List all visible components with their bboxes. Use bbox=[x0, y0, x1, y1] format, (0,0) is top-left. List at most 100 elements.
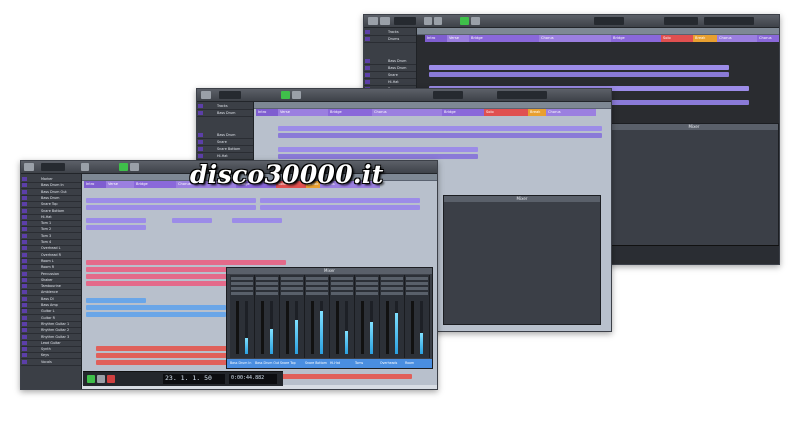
channel-button[interactable] bbox=[306, 287, 328, 290]
time-ruler[interactable] bbox=[417, 28, 779, 35]
track-row[interactable]: Tracks bbox=[364, 29, 416, 36]
track-row[interactable]: Bass Drum bbox=[197, 110, 253, 117]
channel-button[interactable] bbox=[281, 292, 303, 295]
stop-button[interactable] bbox=[97, 375, 105, 383]
channel-button[interactable] bbox=[231, 292, 253, 295]
volume-fader[interactable] bbox=[336, 301, 339, 354]
volume-fader[interactable] bbox=[361, 301, 364, 354]
track-row[interactable]: Drums bbox=[364, 36, 416, 43]
toolbar-button[interactable] bbox=[24, 163, 34, 171]
audio-part[interactable] bbox=[86, 305, 226, 310]
toolbar-button[interactable] bbox=[424, 17, 432, 25]
marker[interactable]: Chorus bbox=[539, 35, 611, 42]
channel-button[interactable] bbox=[331, 282, 353, 285]
audio-part[interactable] bbox=[278, 147, 478, 152]
channel-button[interactable] bbox=[356, 292, 378, 295]
track-row[interactable]: Tracks bbox=[197, 103, 253, 110]
record-button[interactable] bbox=[130, 163, 139, 171]
time-display[interactable]: 0:00:44.882 bbox=[229, 374, 277, 384]
channel-button[interactable] bbox=[231, 287, 253, 290]
audio-part[interactable] bbox=[86, 205, 256, 210]
track-row[interactable]: Bass Drum bbox=[197, 132, 253, 139]
volume-fader[interactable] bbox=[411, 301, 414, 354]
volume-fader[interactable] bbox=[311, 301, 314, 354]
channel-button[interactable] bbox=[381, 277, 403, 280]
channel-button[interactable] bbox=[331, 287, 353, 290]
channel-button[interactable] bbox=[281, 282, 303, 285]
channel-button[interactable] bbox=[256, 277, 278, 280]
channel-button[interactable] bbox=[356, 277, 378, 280]
channel-button[interactable] bbox=[306, 277, 328, 280]
audio-part[interactable] bbox=[260, 205, 420, 210]
volume-fader[interactable] bbox=[386, 301, 389, 354]
snap-select[interactable] bbox=[594, 17, 624, 25]
toolbar-button[interactable] bbox=[434, 17, 442, 25]
touch-mode-select[interactable] bbox=[41, 163, 65, 171]
marker[interactable]: Chorus bbox=[546, 109, 596, 116]
marker[interactable]: Bridge bbox=[469, 35, 539, 42]
channel-button[interactable] bbox=[331, 277, 353, 280]
channel-button[interactable] bbox=[306, 292, 328, 295]
time-ruler[interactable] bbox=[254, 102, 611, 109]
channel-button[interactable] bbox=[406, 292, 428, 295]
audio-part[interactable] bbox=[86, 198, 256, 203]
audio-part[interactable] bbox=[86, 312, 226, 317]
volume-fader[interactable] bbox=[236, 301, 239, 354]
quantize-select[interactable] bbox=[664, 17, 698, 25]
marker[interactable]: Bridge bbox=[611, 35, 661, 42]
channel-button[interactable] bbox=[381, 292, 403, 295]
play-button[interactable] bbox=[119, 163, 128, 171]
marker[interactable]: Verse bbox=[278, 109, 328, 116]
zoom-select[interactable] bbox=[497, 91, 547, 99]
touch-mode-select[interactable] bbox=[219, 91, 241, 99]
marker[interactable]: Bridge bbox=[328, 109, 372, 116]
audio-part[interactable] bbox=[172, 218, 212, 223]
audio-part[interactable] bbox=[96, 346, 236, 351]
track-row[interactable]: Bass Drum bbox=[364, 65, 416, 72]
audio-part[interactable] bbox=[429, 72, 729, 77]
marker[interactable]: Verse bbox=[447, 35, 469, 42]
volume-fader[interactable] bbox=[286, 301, 289, 354]
toolbar-button[interactable] bbox=[368, 17, 378, 25]
track-row[interactable]: Snare bbox=[364, 72, 416, 79]
track-row[interactable]: Hi-Hat bbox=[364, 79, 416, 86]
play-button[interactable] bbox=[87, 375, 95, 383]
marker[interactable]: Intro bbox=[84, 181, 106, 188]
marker[interactable]: Chorus bbox=[757, 35, 779, 42]
track-row[interactable]: Vocals bbox=[21, 359, 81, 366]
channel-button[interactable] bbox=[281, 287, 303, 290]
marker[interactable]: Chorus bbox=[717, 35, 757, 42]
channel-button[interactable] bbox=[381, 282, 403, 285]
channel-button[interactable] bbox=[256, 282, 278, 285]
track-row[interactable]: Snare bbox=[197, 139, 253, 146]
track-row[interactable]: Snare Bottom bbox=[197, 146, 253, 153]
marker[interactable]: Solo bbox=[484, 109, 528, 116]
snap-select[interactable] bbox=[433, 91, 463, 99]
audio-part[interactable] bbox=[260, 198, 420, 203]
track-row[interactable]: Hi-Hat bbox=[197, 153, 253, 160]
channel-button[interactable] bbox=[231, 282, 253, 285]
audio-part[interactable] bbox=[86, 225, 146, 230]
toolbar-button[interactable] bbox=[380, 17, 390, 25]
record-button[interactable] bbox=[471, 17, 480, 25]
marker[interactable]: Break bbox=[693, 35, 717, 42]
channel-button[interactable] bbox=[356, 287, 378, 290]
channel-button[interactable] bbox=[256, 292, 278, 295]
play-button[interactable] bbox=[281, 91, 290, 99]
touch-mode-select[interactable] bbox=[394, 17, 416, 25]
channel-button[interactable] bbox=[381, 287, 403, 290]
channel-button[interactable] bbox=[256, 287, 278, 290]
audio-part[interactable] bbox=[86, 260, 286, 265]
audio-part[interactable] bbox=[86, 218, 146, 223]
toolbar-button[interactable] bbox=[201, 91, 211, 99]
position-display[interactable]: 23. 1. 1. 50 bbox=[163, 374, 225, 384]
volume-fader[interactable] bbox=[261, 301, 264, 354]
channel-button[interactable] bbox=[406, 277, 428, 280]
marker[interactable]: Bridge bbox=[134, 181, 176, 188]
track-row[interactable]: Bass Drum bbox=[364, 58, 416, 65]
channel-button[interactable] bbox=[406, 282, 428, 285]
marker[interactable]: Intro bbox=[256, 109, 278, 116]
audio-part[interactable] bbox=[282, 374, 412, 379]
channel-button[interactable] bbox=[406, 287, 428, 290]
toolbar-button[interactable] bbox=[81, 163, 89, 171]
